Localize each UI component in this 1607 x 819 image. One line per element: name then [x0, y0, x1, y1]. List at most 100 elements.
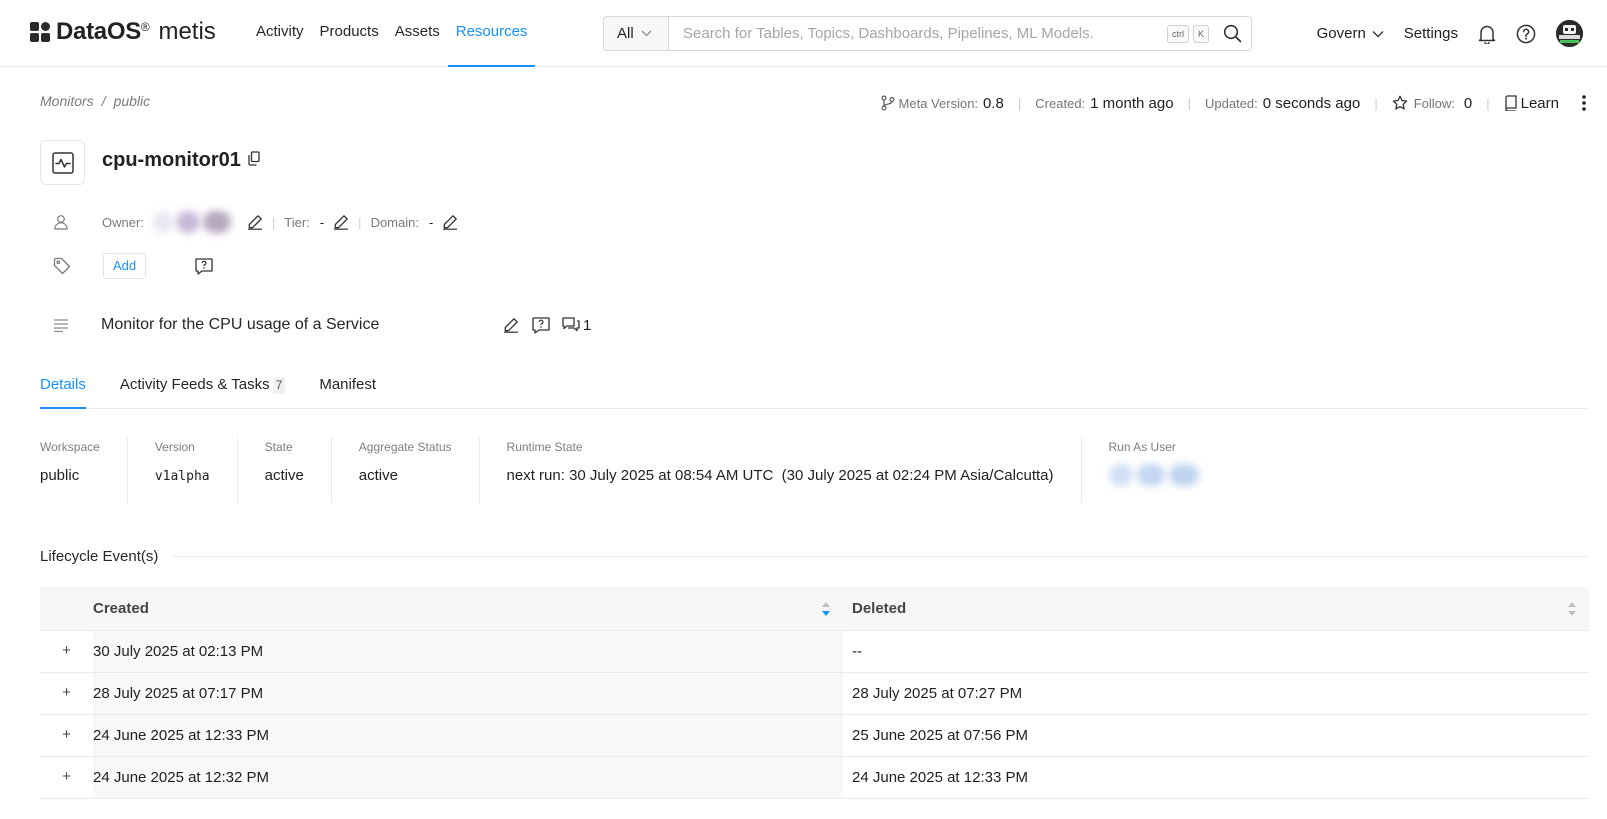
- expand-row-button[interactable]: +: [40, 714, 93, 757]
- expand-column-header: [40, 587, 93, 631]
- breadcrumb: Monitors / public: [40, 93, 150, 109]
- plus-icon: +: [62, 768, 71, 785]
- description-row: Monitor for the CPU usage of a Service 1: [53, 313, 591, 337]
- search-bar: All ctrl K: [603, 16, 1252, 51]
- follow-button[interactable]: Follow: 0: [1392, 95, 1472, 112]
- brand-logo[interactable]: DataOS® metis: [30, 17, 216, 47]
- conversation-button[interactable]: 1: [562, 317, 591, 334]
- meta-created: Created: 1 month ago: [1035, 95, 1173, 112]
- tab-label: Manifest: [319, 376, 377, 393]
- nav-products[interactable]: Products: [312, 0, 387, 67]
- learn-button[interactable]: Learn: [1504, 95, 1559, 112]
- shortcut-key-k: K: [1192, 24, 1209, 43]
- table-row[interactable]: + 28 July 2025 at 07:17 PM 28 July 2025 …: [40, 672, 1589, 715]
- detail-label: Runtime State: [506, 440, 583, 454]
- cell-created: 30 July 2025 at 02:13 PM: [93, 630, 843, 673]
- detail-value: public: [40, 467, 80, 484]
- meta-updated-value: 0 seconds ago: [1262, 94, 1361, 112]
- edit-domain-icon[interactable]: [442, 214, 458, 230]
- domain-label: Domain:: [370, 214, 419, 230]
- request-description-icon[interactable]: [532, 316, 550, 334]
- divider: |: [1374, 95, 1378, 111]
- request-tags-icon[interactable]: [195, 257, 213, 275]
- detail-label: State: [264, 440, 293, 454]
- search-icon: [1223, 24, 1241, 43]
- nav-right-actions: Govern Settings: [1317, 16, 1583, 51]
- divider: |: [271, 214, 276, 230]
- tier-label: Tier:: [284, 214, 310, 230]
- tab-manifest[interactable]: Manifest: [319, 364, 376, 409]
- meta-created-value: 1 month ago: [1090, 94, 1174, 112]
- bell-icon[interactable]: [1478, 24, 1496, 44]
- table-row[interactable]: + 24 June 2025 at 12:32 PM 24 June 2025 …: [40, 756, 1589, 799]
- chevron-down-icon: [641, 30, 652, 37]
- meta-updated: Updated: 0 seconds ago: [1205, 95, 1360, 112]
- tab-details[interactable]: Details: [40, 364, 86, 409]
- tab-count-badge: 7: [272, 377, 286, 394]
- search-input[interactable]: [669, 17, 1167, 50]
- breadcrumb-monitors[interactable]: Monitors: [40, 93, 94, 109]
- nav-resources[interactable]: Resources: [447, 0, 536, 67]
- meta-version[interactable]: Meta Version: 0.8: [881, 95, 1004, 112]
- breadcrumb-separator: /: [101, 93, 106, 109]
- edit-description-icon[interactable]: [503, 317, 519, 333]
- add-tag-button[interactable]: Add: [103, 253, 147, 279]
- shortcut-key-ctrl: ctrl: [1166, 24, 1189, 43]
- divider: |: [1187, 95, 1191, 111]
- column-header-created[interactable]: Created: [93, 587, 843, 631]
- breadcrumb-current[interactable]: public: [114, 93, 151, 109]
- comment-icon: [562, 316, 580, 331]
- govern-menu[interactable]: Govern: [1317, 25, 1384, 42]
- plus-icon: +: [62, 642, 71, 659]
- tab-label: Details: [40, 376, 86, 393]
- learn-label: Learn: [1520, 94, 1559, 112]
- detail-value: active: [358, 467, 398, 484]
- entity-description: Monitor for the CPU usage of a Service: [101, 316, 380, 333]
- cell-deleted: --: [843, 630, 1589, 673]
- column-header-label: Deleted: [852, 599, 907, 617]
- tab-label: Activity Feeds & Tasks: [119, 376, 270, 393]
- expand-row-button[interactable]: +: [40, 756, 93, 799]
- expand-row-button[interactable]: +: [40, 672, 93, 715]
- nav-activity[interactable]: Activity: [248, 0, 312, 67]
- entity-tabs: Details Activity Feeds & Tasks 7 Manifest: [40, 364, 1589, 409]
- brand-name: DataOS®: [56, 18, 150, 45]
- search-scope-select[interactable]: All: [604, 17, 669, 50]
- tags-row: Add: [53, 253, 213, 279]
- follow-label: Follow:: [1413, 95, 1455, 111]
- column-header-label: Created: [93, 599, 149, 617]
- cell-deleted: 24 June 2025 at 12:33 PM: [843, 756, 1589, 799]
- table-row[interactable]: + 24 June 2025 at 12:33 PM 25 June 2025 …: [40, 714, 1589, 757]
- owner-avatars[interactable]: [152, 211, 239, 233]
- column-header-deleted[interactable]: Deleted: [843, 587, 1589, 631]
- user-avatar[interactable]: [1556, 20, 1583, 47]
- expand-row-button[interactable]: +: [40, 630, 93, 673]
- plus-icon: +: [62, 684, 71, 701]
- tab-activity-feeds[interactable]: Activity Feeds & Tasks 7: [119, 364, 286, 409]
- star-icon: [1392, 95, 1407, 110]
- nav-assets[interactable]: Assets: [387, 0, 448, 67]
- user-chip: [1136, 464, 1165, 486]
- run-as-user-avatars[interactable]: [1108, 464, 1199, 486]
- detail-label: Run As User: [1108, 440, 1176, 454]
- copy-icon[interactable]: [248, 151, 260, 166]
- book-icon: [1504, 95, 1517, 111]
- divider: |: [358, 214, 362, 230]
- monitor-icon: [51, 151, 74, 174]
- search-button[interactable]: [1213, 17, 1251, 50]
- owner-label: Owner:: [102, 214, 144, 230]
- edit-tier-icon[interactable]: [333, 214, 349, 230]
- table-row[interactable]: + 30 July 2025 at 02:13 PM --: [40, 630, 1589, 673]
- lifecycle-section-title: Lifecycle Event(s): [40, 548, 1589, 565]
- edit-owner-icon[interactable]: [247, 214, 263, 230]
- comment-count: 1: [583, 316, 592, 334]
- detail-label: Aggregate Status: [358, 440, 452, 454]
- help-icon[interactable]: [1516, 24, 1536, 44]
- settings-link[interactable]: Settings: [1404, 25, 1458, 42]
- lines-icon: [54, 319, 68, 332]
- more-vertical-icon[interactable]: [1581, 94, 1587, 112]
- meta-created-label: Created:: [1035, 95, 1086, 111]
- sort-icon[interactable]: [1567, 600, 1577, 618]
- branch-icon: [881, 95, 895, 111]
- sort-icon[interactable]: [821, 600, 831, 618]
